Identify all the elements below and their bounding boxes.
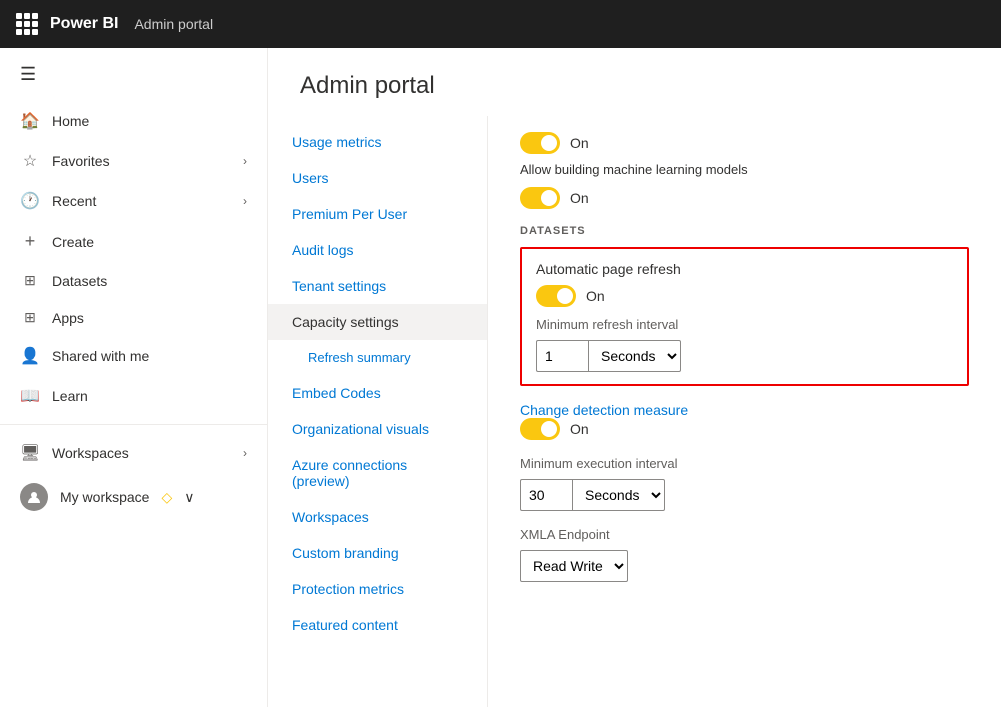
- sidebar-label-favorites: Favorites: [52, 153, 231, 169]
- home-icon: 🏠: [20, 111, 40, 131]
- xmla-endpoint-group: XMLA Endpoint Read Write Read Only Off: [520, 527, 969, 582]
- app-name: Power BI: [50, 15, 118, 33]
- avatar: [20, 483, 48, 511]
- favorites-icon: ☆: [20, 151, 40, 171]
- chevron-icon-workspace: ∨: [184, 489, 194, 506]
- auto-page-refresh-title: Automatic page refresh: [536, 261, 953, 277]
- nav-item-azure-connections[interactable]: Azure connections (preview): [268, 447, 487, 499]
- nav-item-protection-metrics[interactable]: Protection metrics: [268, 571, 487, 607]
- sidebar-divider: [0, 424, 267, 425]
- toggle-row-2: On: [520, 187, 969, 209]
- settings-panel: On Allow building machine learning model…: [488, 116, 1001, 707]
- sidebar-item-shared[interactable]: 👤 Shared with me: [0, 336, 267, 376]
- apps-icon: ⊞: [20, 309, 40, 326]
- min-refresh-label: Minimum refresh interval: [536, 317, 953, 332]
- sidebar-item-apps[interactable]: ⊞ Apps: [0, 299, 267, 336]
- nav-item-featured-content[interactable]: Featured content: [268, 607, 487, 643]
- nav-item-users[interactable]: Users: [268, 160, 487, 196]
- sidebar-item-datasets[interactable]: ⊞ Datasets: [0, 262, 267, 299]
- apps-grid-icon[interactable]: [16, 13, 38, 35]
- nav-item-audit-logs[interactable]: Audit logs: [268, 232, 487, 268]
- auto-refresh-toggle-label: On: [586, 288, 605, 304]
- sidebar-label-datasets: Datasets: [52, 273, 247, 289]
- change-detection-link[interactable]: Change detection measure: [520, 402, 688, 418]
- min-execution-unit-select[interactable]: Seconds Minutes Hours: [572, 479, 665, 511]
- diamond-icon: ◇: [161, 489, 172, 506]
- datasets-section-label: DATASETS: [520, 225, 969, 237]
- nav-item-capacity-settings[interactable]: Capacity settings: [268, 304, 487, 340]
- nav-item-workspaces[interactable]: Workspaces: [268, 499, 487, 535]
- ml-models-description: Allow building machine learning models: [520, 162, 969, 177]
- min-execution-input-row: Seconds Minutes Hours: [520, 479, 969, 511]
- min-refresh-value-input[interactable]: [536, 340, 588, 372]
- chevron-icon: ›: [243, 194, 247, 208]
- sidebar-label-learn: Learn: [52, 388, 247, 404]
- nav-item-tenant-settings[interactable]: Tenant settings: [268, 268, 487, 304]
- content-area: Admin portal Usage metrics Users Premium…: [268, 48, 1001, 707]
- chevron-icon: ›: [243, 446, 247, 460]
- sidebar-label-recent: Recent: [52, 193, 231, 209]
- sidebar-item-my-workspace[interactable]: My workspace ◇ ∨: [0, 473, 267, 521]
- xmla-endpoint-input-row: Read Write Read Only Off: [520, 550, 969, 582]
- sidebar-item-learn[interactable]: 📖 Learn: [0, 376, 267, 416]
- automatic-page-refresh-box: Automatic page refresh On Minimum refres…: [520, 247, 969, 386]
- min-execution-label: Minimum execution interval: [520, 456, 969, 471]
- nav-item-embed-codes[interactable]: Embed Codes: [268, 375, 487, 411]
- nav-item-org-visuals[interactable]: Organizational visuals: [268, 411, 487, 447]
- nav-item-custom-branding[interactable]: Custom branding: [268, 535, 487, 571]
- min-execution-value-input[interactable]: [520, 479, 572, 511]
- chevron-icon: ›: [243, 154, 247, 168]
- auto-refresh-toggle-row: On: [536, 285, 953, 307]
- sidebar-label-create: Create: [52, 234, 247, 250]
- change-detection-group: Change detection measure On: [520, 402, 969, 440]
- toggle-label-2: On: [570, 190, 589, 206]
- xmla-endpoint-select[interactable]: Read Write Read Only Off: [520, 550, 628, 582]
- min-execution-group: Minimum execution interval Seconds Minut…: [520, 456, 969, 511]
- change-detection-toggle[interactable]: [520, 418, 560, 440]
- toggle-label-1: On: [570, 135, 589, 151]
- sidebar: ☰ 🏠 Home ☆ Favorites › 🕐 Recent › + Crea…: [0, 48, 268, 707]
- main-layout: ☰ 🏠 Home ☆ Favorites › 🕐 Recent › + Crea…: [0, 48, 1001, 707]
- hamburger-button[interactable]: ☰: [0, 48, 267, 101]
- nav-item-usage-metrics[interactable]: Usage metrics: [268, 124, 487, 160]
- create-icon: +: [20, 231, 40, 252]
- admin-nav: Usage metrics Users Premium Per User Aud…: [268, 116, 488, 707]
- nav-item-premium-per-user[interactable]: Premium Per User: [268, 196, 487, 232]
- workspaces-icon: 🖥: [20, 443, 40, 463]
- sidebar-label-my-workspace: My workspace: [60, 489, 149, 505]
- sidebar-item-recent[interactable]: 🕐 Recent ›: [0, 181, 267, 221]
- sidebar-item-create[interactable]: + Create: [0, 221, 267, 262]
- datasets-icon: ⊞: [20, 272, 40, 289]
- nav-item-refresh-summary[interactable]: Refresh summary: [268, 340, 487, 375]
- toggle-2[interactable]: [520, 187, 560, 209]
- sidebar-item-home[interactable]: 🏠 Home: [0, 101, 267, 141]
- inner-layout: Usage metrics Users Premium Per User Aud…: [268, 116, 1001, 707]
- top-nav-page-title: Admin portal: [134, 16, 213, 32]
- page-title: Admin portal: [268, 48, 1001, 116]
- shared-icon: 👤: [20, 346, 40, 366]
- sidebar-item-favorites[interactable]: ☆ Favorites ›: [0, 141, 267, 181]
- min-refresh-input-row: Seconds Minutes Hours: [536, 340, 953, 372]
- xmla-endpoint-label: XMLA Endpoint: [520, 527, 969, 542]
- recent-icon: 🕐: [20, 191, 40, 211]
- top-toggles: On Allow building machine learning model…: [520, 132, 969, 209]
- min-refresh-unit-select[interactable]: Seconds Minutes Hours: [588, 340, 681, 372]
- toggle-row-1: On: [520, 132, 969, 154]
- sidebar-label-workspaces: Workspaces: [52, 445, 231, 461]
- toggle-ml-models[interactable]: [520, 132, 560, 154]
- sidebar-label-home: Home: [52, 113, 247, 129]
- top-nav: Power BI Admin portal: [0, 0, 1001, 48]
- sidebar-label-apps: Apps: [52, 310, 247, 326]
- auto-refresh-toggle[interactable]: [536, 285, 576, 307]
- change-detection-toggle-row: On: [520, 418, 969, 440]
- sidebar-label-shared: Shared with me: [52, 348, 247, 364]
- sidebar-item-workspaces[interactable]: 🖥 Workspaces ›: [0, 433, 267, 473]
- change-detection-toggle-label: On: [570, 421, 589, 437]
- learn-icon: 📖: [20, 386, 40, 406]
